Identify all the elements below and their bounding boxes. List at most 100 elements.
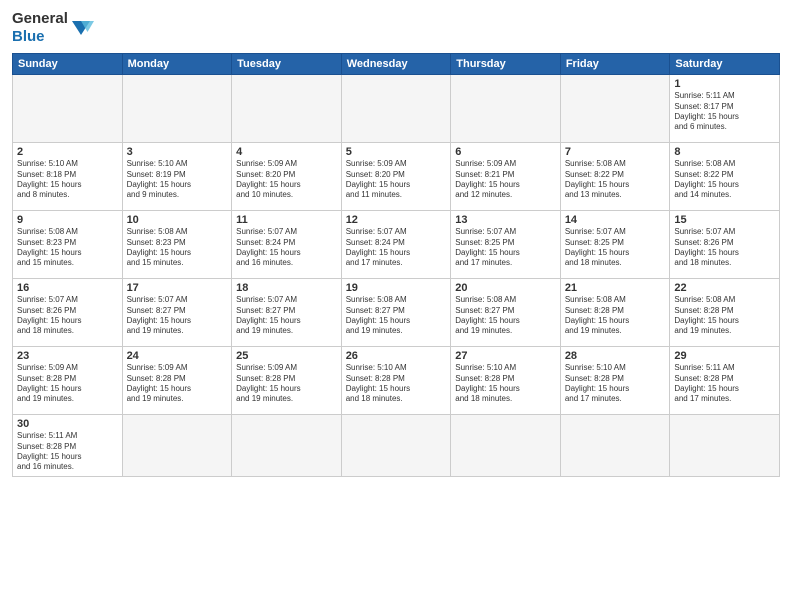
logo-triangle-icon [72, 17, 94, 39]
week-row-4: 16Sunrise: 5:07 AM Sunset: 8:26 PM Dayli… [13, 279, 780, 347]
day-number: 21 [565, 282, 666, 294]
day-info: Sunrise: 5:08 AM Sunset: 8:23 PM Dayligh… [17, 227, 118, 269]
day-number: 5 [346, 146, 447, 158]
calendar-cell: 13Sunrise: 5:07 AM Sunset: 8:25 PM Dayli… [451, 211, 561, 279]
calendar-table: SundayMondayTuesdayWednesdayThursdayFrid… [12, 53, 780, 477]
week-row-6: 30Sunrise: 5:11 AM Sunset: 8:28 PM Dayli… [13, 415, 780, 477]
calendar-cell [341, 75, 451, 143]
calendar-cell: 5Sunrise: 5:09 AM Sunset: 8:20 PM Daylig… [341, 143, 451, 211]
weekday-header-sunday: Sunday [13, 54, 123, 75]
day-info: Sunrise: 5:07 AM Sunset: 8:24 PM Dayligh… [236, 227, 337, 269]
calendar-cell [232, 415, 342, 477]
week-row-3: 9Sunrise: 5:08 AM Sunset: 8:23 PM Daylig… [13, 211, 780, 279]
day-info: Sunrise: 5:10 AM Sunset: 8:28 PM Dayligh… [346, 363, 447, 405]
weekday-header-monday: Monday [122, 54, 232, 75]
day-info: Sunrise: 5:07 AM Sunset: 8:27 PM Dayligh… [236, 295, 337, 337]
day-number: 25 [236, 350, 337, 362]
calendar-cell: 24Sunrise: 5:09 AM Sunset: 8:28 PM Dayli… [122, 347, 232, 415]
logo-blue: Blue [12, 28, 45, 45]
calendar-cell [560, 75, 670, 143]
day-number: 27 [455, 350, 556, 362]
calendar-cell [122, 75, 232, 143]
weekday-header-row: SundayMondayTuesdayWednesdayThursdayFrid… [13, 54, 780, 75]
calendar-cell: 14Sunrise: 5:07 AM Sunset: 8:25 PM Dayli… [560, 211, 670, 279]
day-info: Sunrise: 5:09 AM Sunset: 8:28 PM Dayligh… [127, 363, 228, 405]
week-row-5: 23Sunrise: 5:09 AM Sunset: 8:28 PM Dayli… [13, 347, 780, 415]
day-info: Sunrise: 5:09 AM Sunset: 8:20 PM Dayligh… [346, 159, 447, 201]
calendar-cell: 1Sunrise: 5:11 AM Sunset: 8:17 PM Daylig… [670, 75, 780, 143]
calendar-cell: 27Sunrise: 5:10 AM Sunset: 8:28 PM Dayli… [451, 347, 561, 415]
day-info: Sunrise: 5:11 AM Sunset: 8:17 PM Dayligh… [674, 91, 775, 133]
day-info: Sunrise: 5:09 AM Sunset: 8:28 PM Dayligh… [17, 363, 118, 405]
day-number: 7 [565, 146, 666, 158]
calendar-cell: 22Sunrise: 5:08 AM Sunset: 8:28 PM Dayli… [670, 279, 780, 347]
day-number: 16 [17, 282, 118, 294]
day-info: Sunrise: 5:07 AM Sunset: 8:25 PM Dayligh… [455, 227, 556, 269]
day-info: Sunrise: 5:07 AM Sunset: 8:26 PM Dayligh… [17, 295, 118, 337]
calendar-cell: 8Sunrise: 5:08 AM Sunset: 8:22 PM Daylig… [670, 143, 780, 211]
day-info: Sunrise: 5:07 AM Sunset: 8:27 PM Dayligh… [127, 295, 228, 337]
week-row-2: 2Sunrise: 5:10 AM Sunset: 8:18 PM Daylig… [13, 143, 780, 211]
day-number: 30 [17, 418, 118, 430]
calendar-cell: 17Sunrise: 5:07 AM Sunset: 8:27 PM Dayli… [122, 279, 232, 347]
calendar-cell: 16Sunrise: 5:07 AM Sunset: 8:26 PM Dayli… [13, 279, 123, 347]
day-number: 29 [674, 350, 775, 362]
logo-text-block: General Blue [12, 10, 68, 45]
day-number: 9 [17, 214, 118, 226]
calendar-cell [451, 75, 561, 143]
day-number: 22 [674, 282, 775, 294]
calendar-cell [122, 415, 232, 477]
day-info: Sunrise: 5:08 AM Sunset: 8:28 PM Dayligh… [674, 295, 775, 337]
day-number: 28 [565, 350, 666, 362]
day-info: Sunrise: 5:10 AM Sunset: 8:19 PM Dayligh… [127, 159, 228, 201]
calendar-cell: 20Sunrise: 5:08 AM Sunset: 8:27 PM Dayli… [451, 279, 561, 347]
header: General Blue [12, 10, 780, 45]
week-row-1: 1Sunrise: 5:11 AM Sunset: 8:17 PM Daylig… [13, 75, 780, 143]
day-number: 15 [674, 214, 775, 226]
day-number: 8 [674, 146, 775, 158]
day-info: Sunrise: 5:08 AM Sunset: 8:27 PM Dayligh… [455, 295, 556, 337]
calendar-cell: 3Sunrise: 5:10 AM Sunset: 8:19 PM Daylig… [122, 143, 232, 211]
day-number: 17 [127, 282, 228, 294]
calendar-cell: 23Sunrise: 5:09 AM Sunset: 8:28 PM Dayli… [13, 347, 123, 415]
calendar-cell: 25Sunrise: 5:09 AM Sunset: 8:28 PM Dayli… [232, 347, 342, 415]
calendar-cell: 18Sunrise: 5:07 AM Sunset: 8:27 PM Dayli… [232, 279, 342, 347]
calendar-cell: 30Sunrise: 5:11 AM Sunset: 8:28 PM Dayli… [13, 415, 123, 477]
day-number: 2 [17, 146, 118, 158]
calendar-cell [670, 415, 780, 477]
calendar-cell: 10Sunrise: 5:08 AM Sunset: 8:23 PM Dayli… [122, 211, 232, 279]
weekday-header-thursday: Thursday [451, 54, 561, 75]
day-info: Sunrise: 5:09 AM Sunset: 8:20 PM Dayligh… [236, 159, 337, 201]
day-info: Sunrise: 5:10 AM Sunset: 8:28 PM Dayligh… [455, 363, 556, 405]
day-info: Sunrise: 5:07 AM Sunset: 8:25 PM Dayligh… [565, 227, 666, 269]
day-info: Sunrise: 5:07 AM Sunset: 8:26 PM Dayligh… [674, 227, 775, 269]
day-number: 3 [127, 146, 228, 158]
calendar-cell [341, 415, 451, 477]
weekday-header-friday: Friday [560, 54, 670, 75]
calendar-cell [451, 415, 561, 477]
calendar-cell: 2Sunrise: 5:10 AM Sunset: 8:18 PM Daylig… [13, 143, 123, 211]
day-info: Sunrise: 5:08 AM Sunset: 8:22 PM Dayligh… [565, 159, 666, 201]
day-number: 18 [236, 282, 337, 294]
day-number: 20 [455, 282, 556, 294]
day-info: Sunrise: 5:09 AM Sunset: 8:21 PM Dayligh… [455, 159, 556, 201]
logo-general: General [12, 10, 68, 27]
calendar-cell [232, 75, 342, 143]
calendar-cell: 11Sunrise: 5:07 AM Sunset: 8:24 PM Dayli… [232, 211, 342, 279]
day-number: 6 [455, 146, 556, 158]
logo: General Blue [12, 10, 94, 45]
calendar-cell: 9Sunrise: 5:08 AM Sunset: 8:23 PM Daylig… [13, 211, 123, 279]
day-info: Sunrise: 5:10 AM Sunset: 8:28 PM Dayligh… [565, 363, 666, 405]
calendar-cell: 7Sunrise: 5:08 AM Sunset: 8:22 PM Daylig… [560, 143, 670, 211]
day-info: Sunrise: 5:08 AM Sunset: 8:23 PM Dayligh… [127, 227, 228, 269]
weekday-header-saturday: Saturday [670, 54, 780, 75]
calendar-cell [13, 75, 123, 143]
day-number: 4 [236, 146, 337, 158]
day-number: 12 [346, 214, 447, 226]
calendar-cell: 4Sunrise: 5:09 AM Sunset: 8:20 PM Daylig… [232, 143, 342, 211]
weekday-header-wednesday: Wednesday [341, 54, 451, 75]
weekday-header-tuesday: Tuesday [232, 54, 342, 75]
day-info: Sunrise: 5:07 AM Sunset: 8:24 PM Dayligh… [346, 227, 447, 269]
calendar-cell: 21Sunrise: 5:08 AM Sunset: 8:28 PM Dayli… [560, 279, 670, 347]
day-number: 11 [236, 214, 337, 226]
